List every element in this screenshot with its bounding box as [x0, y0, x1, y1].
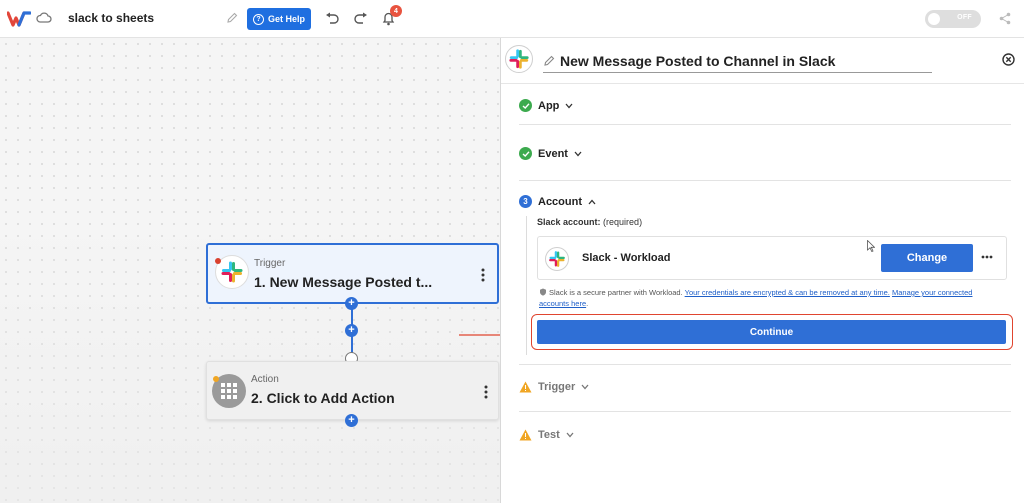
workflow-name[interactable]: slack to sheets — [68, 11, 154, 25]
workflow-toggle[interactable]: OFF — [925, 10, 981, 28]
check-icon — [519, 147, 532, 160]
chevron-up-icon — [588, 199, 596, 204]
check-icon — [519, 99, 532, 112]
slack-account-label: Slack account: (required) — [537, 217, 642, 227]
get-help-label: Get Help — [267, 14, 305, 24]
status-dot — [215, 258, 221, 264]
account-name: Slack - Workload — [582, 252, 671, 264]
slack-logo-icon — [505, 45, 533, 73]
trigger-node[interactable]: Trigger 1. New Message Posted t... — [206, 243, 499, 304]
pencil-icon[interactable] — [543, 55, 555, 67]
trigger-title: 1. New Message Posted t... — [254, 274, 433, 290]
top-bar: slack to sheets ? Get Help 4 OFF — [0, 0, 1024, 38]
add-step-top-button[interactable]: + — [345, 297, 358, 310]
chevron-down-icon — [566, 432, 574, 438]
divider — [519, 411, 1011, 412]
shield-icon — [540, 288, 546, 296]
section-trigger[interactable]: Trigger — [519, 381, 589, 393]
more-horizontal-icon[interactable] — [981, 255, 993, 259]
chevron-down-icon — [574, 151, 582, 156]
account-guide-line — [526, 216, 527, 355]
warning-icon — [519, 429, 532, 441]
required-text: (required) — [603, 217, 643, 227]
action-kind-label: Action — [251, 374, 279, 385]
section-app-label: App — [538, 99, 560, 112]
trigger-more-icon[interactable] — [481, 267, 485, 283]
section-app[interactable]: App — [519, 99, 573, 112]
chevron-down-icon — [581, 384, 589, 390]
action-more-icon[interactable] — [484, 384, 488, 400]
step-number-badge: 3 — [519, 195, 532, 208]
action-title: 2. Click to Add Action — [251, 390, 395, 406]
close-icon[interactable] — [1002, 53, 1015, 66]
notification-badge: 4 — [390, 5, 402, 17]
divider — [519, 124, 1011, 125]
warning-dot — [213, 376, 219, 382]
continue-button[interactable]: Continue — [537, 320, 1006, 344]
security-note: Slack is a secure partner with Workload.… — [539, 287, 999, 309]
note-suffix: . — [586, 299, 589, 308]
pencil-icon[interactable] — [226, 12, 238, 24]
divider — [519, 364, 1011, 365]
section-trigger-label: Trigger — [538, 381, 576, 393]
cloud-icon — [36, 12, 52, 23]
mouse-cursor-icon — [867, 240, 875, 252]
credentials-link[interactable]: Your credentials are encrypted & can be … — [685, 288, 890, 297]
share-icon[interactable] — [999, 12, 1011, 25]
warning-icon — [519, 381, 532, 393]
toggle-label: OFF — [957, 14, 972, 21]
redo-icon[interactable] — [353, 12, 368, 24]
section-test-label: Test — [538, 429, 560, 441]
section-account[interactable]: 3 Account — [519, 195, 596, 208]
undo-icon[interactable] — [325, 12, 340, 24]
action-node[interactable]: Action 2. Click to Add Action — [206, 361, 499, 420]
section-account-label: Account — [538, 195, 582, 208]
slack-logo-icon — [545, 247, 569, 271]
section-event[interactable]: Event — [519, 147, 582, 160]
divider — [519, 180, 1011, 181]
panel-header: New Message Posted to Channel in Slack — [501, 38, 1024, 84]
add-step-bottom-button[interactable]: + — [345, 414, 358, 427]
change-account-button[interactable]: Change — [881, 244, 973, 272]
toggle-knob — [928, 13, 940, 25]
note-prefix: Slack is a secure partner with Workload. — [549, 288, 683, 297]
title-underline — [543, 72, 932, 73]
account-card: Slack - Workload Change — [537, 236, 1007, 280]
help-icon: ? — [252, 13, 264, 25]
get-help-button[interactable]: ? Get Help — [247, 8, 311, 30]
step-config-panel: New Message Posted to Channel in Slack A… — [500, 38, 1024, 503]
section-test[interactable]: Test — [519, 429, 574, 441]
section-event-label: Event — [538, 147, 568, 160]
trigger-kind-label: Trigger — [254, 258, 286, 269]
slack-account-label-text: Slack account: — [537, 217, 601, 227]
step-title[interactable]: New Message Posted to Channel in Slack — [560, 53, 835, 69]
workload-logo-icon[interactable] — [7, 9, 31, 29]
chevron-down-icon — [565, 103, 573, 108]
add-step-button[interactable]: + — [345, 324, 358, 337]
